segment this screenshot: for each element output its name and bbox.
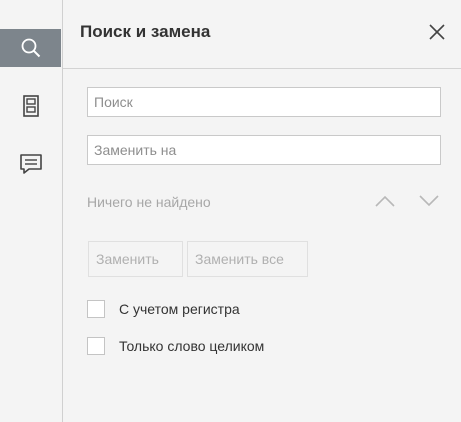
- previous-result-button[interactable]: [373, 192, 397, 214]
- search-input[interactable]: [87, 87, 441, 117]
- search-icon: [20, 37, 42, 59]
- panel-header: Поиск и замена: [63, 0, 461, 69]
- search-tool-button[interactable]: [0, 29, 61, 67]
- replace-button[interactable]: Заменить: [88, 241, 183, 277]
- pages-icon: [21, 94, 41, 118]
- left-toolbar: [0, 0, 63, 422]
- comment-icon: [18, 152, 44, 176]
- next-result-button[interactable]: [417, 192, 441, 214]
- chevron-down-icon: [418, 194, 440, 213]
- match-case-checkbox[interactable]: [87, 300, 105, 318]
- search-replace-panel: Поиск и замена Ничего не найдено Заменит…: [63, 0, 461, 422]
- replace-input[interactable]: [87, 135, 441, 165]
- whole-word-checkbox[interactable]: [87, 337, 105, 355]
- close-button[interactable]: [425, 22, 449, 46]
- replace-all-button[interactable]: Заменить все: [187, 241, 308, 277]
- match-case-label: С учетом регистра: [119, 301, 240, 317]
- panel-title: Поиск и замена: [80, 22, 211, 41]
- whole-word-label: Только слово целиком: [119, 338, 265, 354]
- whole-word-option[interactable]: Только слово целиком: [87, 335, 264, 357]
- pages-tool-button[interactable]: [0, 87, 61, 125]
- match-case-option[interactable]: С учетом регистра: [87, 298, 240, 320]
- search-status: Ничего не найдено: [87, 194, 211, 210]
- close-icon: [428, 23, 446, 46]
- chevron-up-icon: [374, 194, 396, 213]
- comments-tool-button[interactable]: [0, 145, 61, 183]
